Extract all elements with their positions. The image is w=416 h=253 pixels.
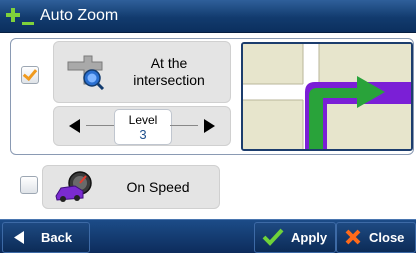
close-label: Close xyxy=(369,230,405,245)
back-button[interactable]: Back xyxy=(2,222,90,253)
level-value: 3 xyxy=(139,127,147,142)
settings-content: At the intersection Level 3 On Speed xyxy=(0,33,416,219)
back-label: Back xyxy=(41,230,73,245)
title-bar: Auto Zoom xyxy=(0,0,416,33)
level-decrease-button[interactable] xyxy=(66,117,82,135)
bottom-toolbar: Back Apply Close xyxy=(0,219,416,253)
car-speed-icon xyxy=(55,171,92,202)
intersection-option-button[interactable]: At the intersection xyxy=(53,41,231,103)
intersection-option-label-line2: intersection xyxy=(133,72,205,88)
level-stepper: Level 3 xyxy=(53,106,231,146)
intersection-map-preview xyxy=(241,42,413,151)
intersection-option-panel: At the intersection Level 3 xyxy=(10,38,414,155)
speed-option-label: On Speed xyxy=(126,178,190,195)
close-button[interactable]: Close xyxy=(336,222,416,253)
x-icon xyxy=(345,229,361,245)
apply-button[interactable]: Apply xyxy=(254,222,336,253)
intersection-option-label-line1: At the xyxy=(150,55,188,71)
intersection-zoom-icon xyxy=(67,55,105,90)
level-increase-button[interactable] xyxy=(202,117,218,135)
window-title: Auto Zoom xyxy=(40,7,119,24)
level-label: Level xyxy=(128,113,158,127)
intersection-checkbox[interactable] xyxy=(21,66,39,84)
apply-label: Apply xyxy=(291,230,328,245)
speed-option-button[interactable]: On Speed xyxy=(42,165,220,209)
left-arrow-icon xyxy=(14,231,24,244)
level-display: Level 3 xyxy=(114,109,172,145)
checkmark-icon xyxy=(262,228,284,246)
map-preview-graphic xyxy=(243,44,411,149)
speed-checkbox[interactable] xyxy=(20,176,38,194)
add-zoom-icon xyxy=(6,8,34,25)
